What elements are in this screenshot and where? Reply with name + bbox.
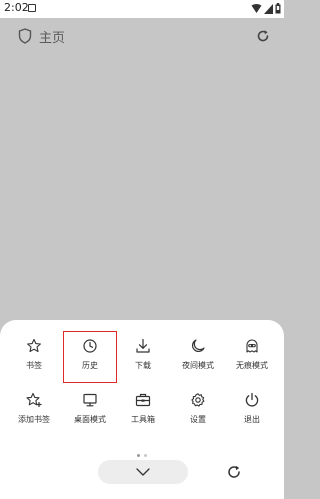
menu-item-incognito[interactable]: 无痕模式 xyxy=(226,332,278,382)
menu-item-label: 添加书签 xyxy=(18,415,50,424)
menu-item-history[interactable]: 历史 xyxy=(63,331,117,383)
toolbox-icon xyxy=(135,393,151,407)
menu-item-label: 设置 xyxy=(190,415,206,424)
moon-icon xyxy=(192,339,205,352)
chevron-down-icon xyxy=(136,468,150,476)
page-dot-active xyxy=(137,454,140,457)
power-icon xyxy=(245,392,259,407)
menu-item-label: 工具箱 xyxy=(131,415,155,424)
status-bar: 2:02 xyxy=(0,0,284,18)
menu-item-add-bookmark[interactable]: 添加书签 xyxy=(8,386,60,436)
menu-item-label: 退出 xyxy=(244,415,260,424)
gear-icon xyxy=(191,393,205,407)
menu-item-settings[interactable]: 设置 xyxy=(172,386,224,436)
star-icon xyxy=(27,338,41,353)
menu-item-label: 夜间模式 xyxy=(182,361,214,370)
page-dot xyxy=(144,454,147,457)
monitor-icon xyxy=(83,393,97,407)
wifi-icon xyxy=(251,3,262,13)
clock-icon xyxy=(83,339,97,353)
menu-item-night-mode[interactable]: 夜间模式 xyxy=(172,332,224,382)
status-time: 2:02 xyxy=(4,1,29,14)
menu-item-desktop-mode[interactable]: 桌面模式 xyxy=(64,386,116,436)
battery-icon xyxy=(275,3,281,14)
refresh-icon[interactable] xyxy=(226,464,242,480)
menu-row-2: 添加书签 桌面模式 工具箱 设置 退出 xyxy=(0,386,284,436)
signal-icon xyxy=(264,3,273,14)
menu-item-label: 桌面模式 xyxy=(74,415,106,424)
shield-icon[interactable] xyxy=(18,28,32,44)
home-title[interactable]: 主页 xyxy=(39,27,65,46)
menu-item-label: 无痕模式 xyxy=(236,361,268,370)
menu-item-bookmarks[interactable]: 书签 xyxy=(8,332,60,382)
star-plus-icon xyxy=(26,392,42,407)
refresh-icon[interactable] xyxy=(256,29,270,43)
menu-item-downloads[interactable]: 下载 xyxy=(117,332,169,382)
menu-item-toolbox[interactable]: 工具箱 xyxy=(117,386,169,436)
status-icons xyxy=(251,3,281,14)
menu-item-exit[interactable]: 退出 xyxy=(226,386,278,436)
menu-item-label: 书签 xyxy=(26,361,42,370)
collapse-menu-button[interactable] xyxy=(98,460,188,484)
top-bar: 主页 xyxy=(0,18,284,54)
menu-item-label: 历史 xyxy=(82,361,98,370)
menu-item-label: 下载 xyxy=(135,361,151,370)
notification-icon xyxy=(28,4,36,12)
download-icon xyxy=(136,338,150,353)
incognito-icon xyxy=(246,339,258,353)
bottom-menu-sheet: 书签 历史 下载 夜间模式 无痕模式 添加书签 桌面模式 工具箱 设置 退出 xyxy=(0,320,284,499)
menu-row-1: 书签 历史 下载 夜间模式 无痕模式 xyxy=(0,331,284,383)
